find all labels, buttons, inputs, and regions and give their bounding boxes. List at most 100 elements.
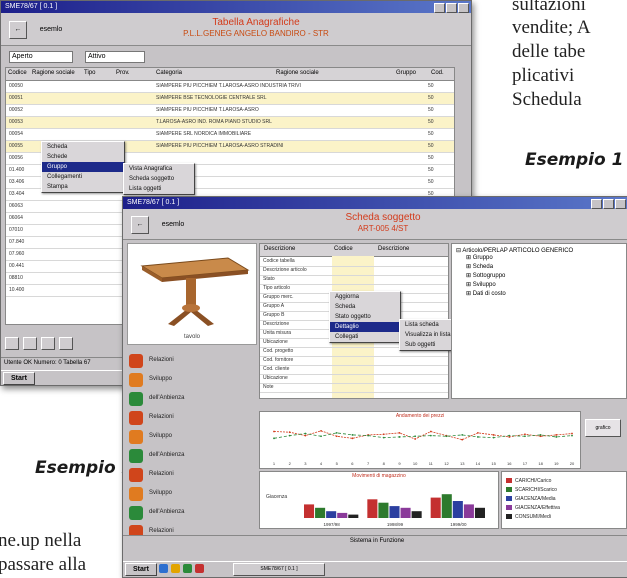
window-titlebar[interactable]: SME78/67 [ 0.1 ]	[1, 1, 471, 13]
line-point	[273, 437, 275, 440]
menu-item[interactable]: Scheda	[330, 302, 400, 312]
folder-icon[interactable]	[171, 564, 180, 573]
cell-description: SIAMPERE SRL NORDICA IMMOBILIARE	[156, 131, 252, 137]
filter-field-attivo[interactable]: Attivo	[85, 51, 145, 63]
category-icon	[129, 487, 143, 501]
line-point	[524, 435, 526, 438]
first-record-icon[interactable]	[5, 337, 19, 350]
article-line: vendite; A	[512, 17, 591, 38]
start-button[interactable]: Start	[3, 372, 35, 385]
taskbar-window-button[interactable]: SME78/67 [ 0.1 ]	[233, 563, 325, 576]
bar	[337, 512, 348, 518]
table-row[interactable]: 00053 T.LAROSA-ASRO IND. ROMA PIANO STUDI…	[6, 117, 454, 129]
cell-code: 00056	[9, 155, 23, 161]
caption-esempio-2: Esempio 2	[35, 458, 134, 478]
menu-item[interactable]: Aggiorna	[330, 292, 400, 302]
tree-item[interactable]: ⊞ Sviluppo	[452, 281, 626, 290]
article-line: plicativi	[512, 65, 575, 86]
maximize-button[interactable]	[603, 199, 614, 209]
column-header[interactable]: Codice	[334, 246, 353, 252]
column-header[interactable]: Prov.	[116, 70, 130, 76]
column-header[interactable]: Cod.	[431, 70, 444, 76]
x-tick-label: 10	[413, 461, 418, 466]
cell-description: SIAMPERE BSE TECNOLOGIE CENTRALE SRL	[156, 95, 267, 101]
back-arrow-icon[interactable]: ←	[9, 21, 27, 39]
menu-item[interactable]: Scheda	[42, 142, 124, 152]
legend-swatch	[506, 514, 512, 520]
line-point	[273, 430, 275, 433]
line-point	[382, 433, 385, 436]
start-button[interactable]: Start	[125, 563, 157, 576]
filter-field-stato[interactable]: Aperto	[9, 51, 73, 63]
window-titlebar[interactable]: SME78/67 [ 0.1 ]	[123, 197, 627, 209]
close-button[interactable]	[615, 199, 626, 209]
line-point	[461, 438, 464, 441]
tree-item[interactable]: ⊞ Sottogruppo	[452, 272, 626, 281]
cell-code: 00050	[9, 83, 23, 89]
column-header[interactable]: Categoria	[156, 70, 182, 76]
submenu-item[interactable]: Scheda soggetto	[124, 174, 194, 184]
table-row[interactable]: 00052 SIAMPERE PIU PICCHIEM T.LAROSA-ASRO…	[6, 105, 454, 117]
table-row[interactable]: 00051 SIAMPERE BSE TECNOLOGIE CENTRALE SR…	[6, 93, 454, 105]
cell-code: 07010	[9, 227, 23, 233]
column-header[interactable]: Gruppo	[396, 70, 416, 76]
close-button[interactable]	[458, 3, 469, 13]
cell-code: 00052	[9, 107, 23, 113]
chart-button[interactable]: grafico	[585, 419, 621, 437]
menu-item[interactable]: Stato oggetto	[330, 312, 400, 322]
menu-item-selected[interactable]: Dettaglio	[330, 322, 400, 332]
bar	[304, 504, 315, 518]
app-icon[interactable]	[183, 564, 192, 573]
column-header[interactable]: Ragione sociale	[32, 70, 75, 76]
list-icon[interactable]	[41, 337, 55, 350]
line-point	[398, 431, 401, 434]
column-header[interactable]: Descrizione	[378, 246, 409, 252]
line-point	[476, 436, 479, 438]
back-arrow-icon[interactable]: ←	[131, 216, 149, 234]
column-header[interactable]: Tipo	[84, 70, 95, 76]
tree-item-label: Scheda	[472, 264, 494, 270]
context-menu: Aggiorna Scheda Stato oggetto Dettaglio …	[329, 291, 401, 343]
side-menu: Relazioni Sviluppo dell'Anbienza Relazioni S…	[123, 351, 257, 541]
column-header[interactable]: Codice	[8, 70, 27, 76]
table-row[interactable]: 00054 SIAMPERE SRL NORDICA IMMOBILIARE 50	[6, 129, 454, 141]
minimize-button[interactable]	[434, 3, 445, 13]
table-row[interactable]: 00050 SIAMPERE PIU PICCHIEM T.LAROSA-ASRO…	[6, 81, 454, 93]
toolbar-label[interactable]: esemlo	[31, 25, 71, 35]
menu-item[interactable]: Collegati	[330, 332, 400, 342]
menu-item[interactable]: Collegamenti	[42, 172, 124, 182]
bar-legend: CARICHI/Carico SCARICHI/Scarico GIACENZA/M…	[501, 471, 627, 529]
bar	[411, 511, 422, 518]
category-label: 1997/98	[324, 522, 341, 527]
cell-number: 50	[428, 131, 434, 137]
column-header[interactable]: Ragione sociale	[276, 70, 319, 76]
grid-row[interactable]: Note	[260, 383, 448, 393]
menu-item[interactable]: Schede	[42, 152, 124, 162]
tree-item[interactable]: ⊞ Gruppo	[452, 254, 626, 263]
toolbar-label[interactable]: esemlo	[153, 220, 193, 230]
x-tick-label: 20	[570, 461, 575, 466]
page-subtitle: ART-005 4/ST	[357, 224, 409, 233]
window-controls	[434, 3, 469, 13]
category-icon	[129, 354, 143, 368]
cell-number: 50	[428, 119, 434, 125]
grid-row-label: Ubicazione	[263, 339, 288, 345]
tree-item[interactable]: ⊞ Scheda	[452, 263, 626, 272]
submenu-item[interactable]: Vista Anagrafica	[124, 164, 194, 174]
print-icon[interactable]	[23, 337, 37, 350]
minimize-button[interactable]	[591, 199, 602, 209]
tree-root[interactable]: ⊟ Articolo/PERLAP ARTICOLO GENERICO	[452, 244, 626, 254]
browser-icon[interactable]	[159, 564, 168, 573]
cell-number: 50	[428, 179, 434, 185]
tree-item[interactable]: ⊞ Dati di costo	[452, 290, 626, 299]
maximize-button[interactable]	[446, 3, 457, 13]
category-icon	[129, 449, 143, 463]
submenu-item[interactable]: Lista oggetti	[124, 184, 194, 194]
line-point	[508, 434, 511, 437]
menu-item[interactable]: Stampa	[42, 182, 124, 192]
filter-icon[interactable]	[59, 337, 73, 350]
menu-item-selected[interactable]: Gruppo	[42, 162, 124, 172]
window-scheda-soggetto: SME78/67 [ 0.1 ] ← esemlo Scheda soggett…	[122, 196, 627, 578]
column-header[interactable]: Descrizione	[264, 246, 295, 252]
app-icon[interactable]	[195, 564, 204, 573]
